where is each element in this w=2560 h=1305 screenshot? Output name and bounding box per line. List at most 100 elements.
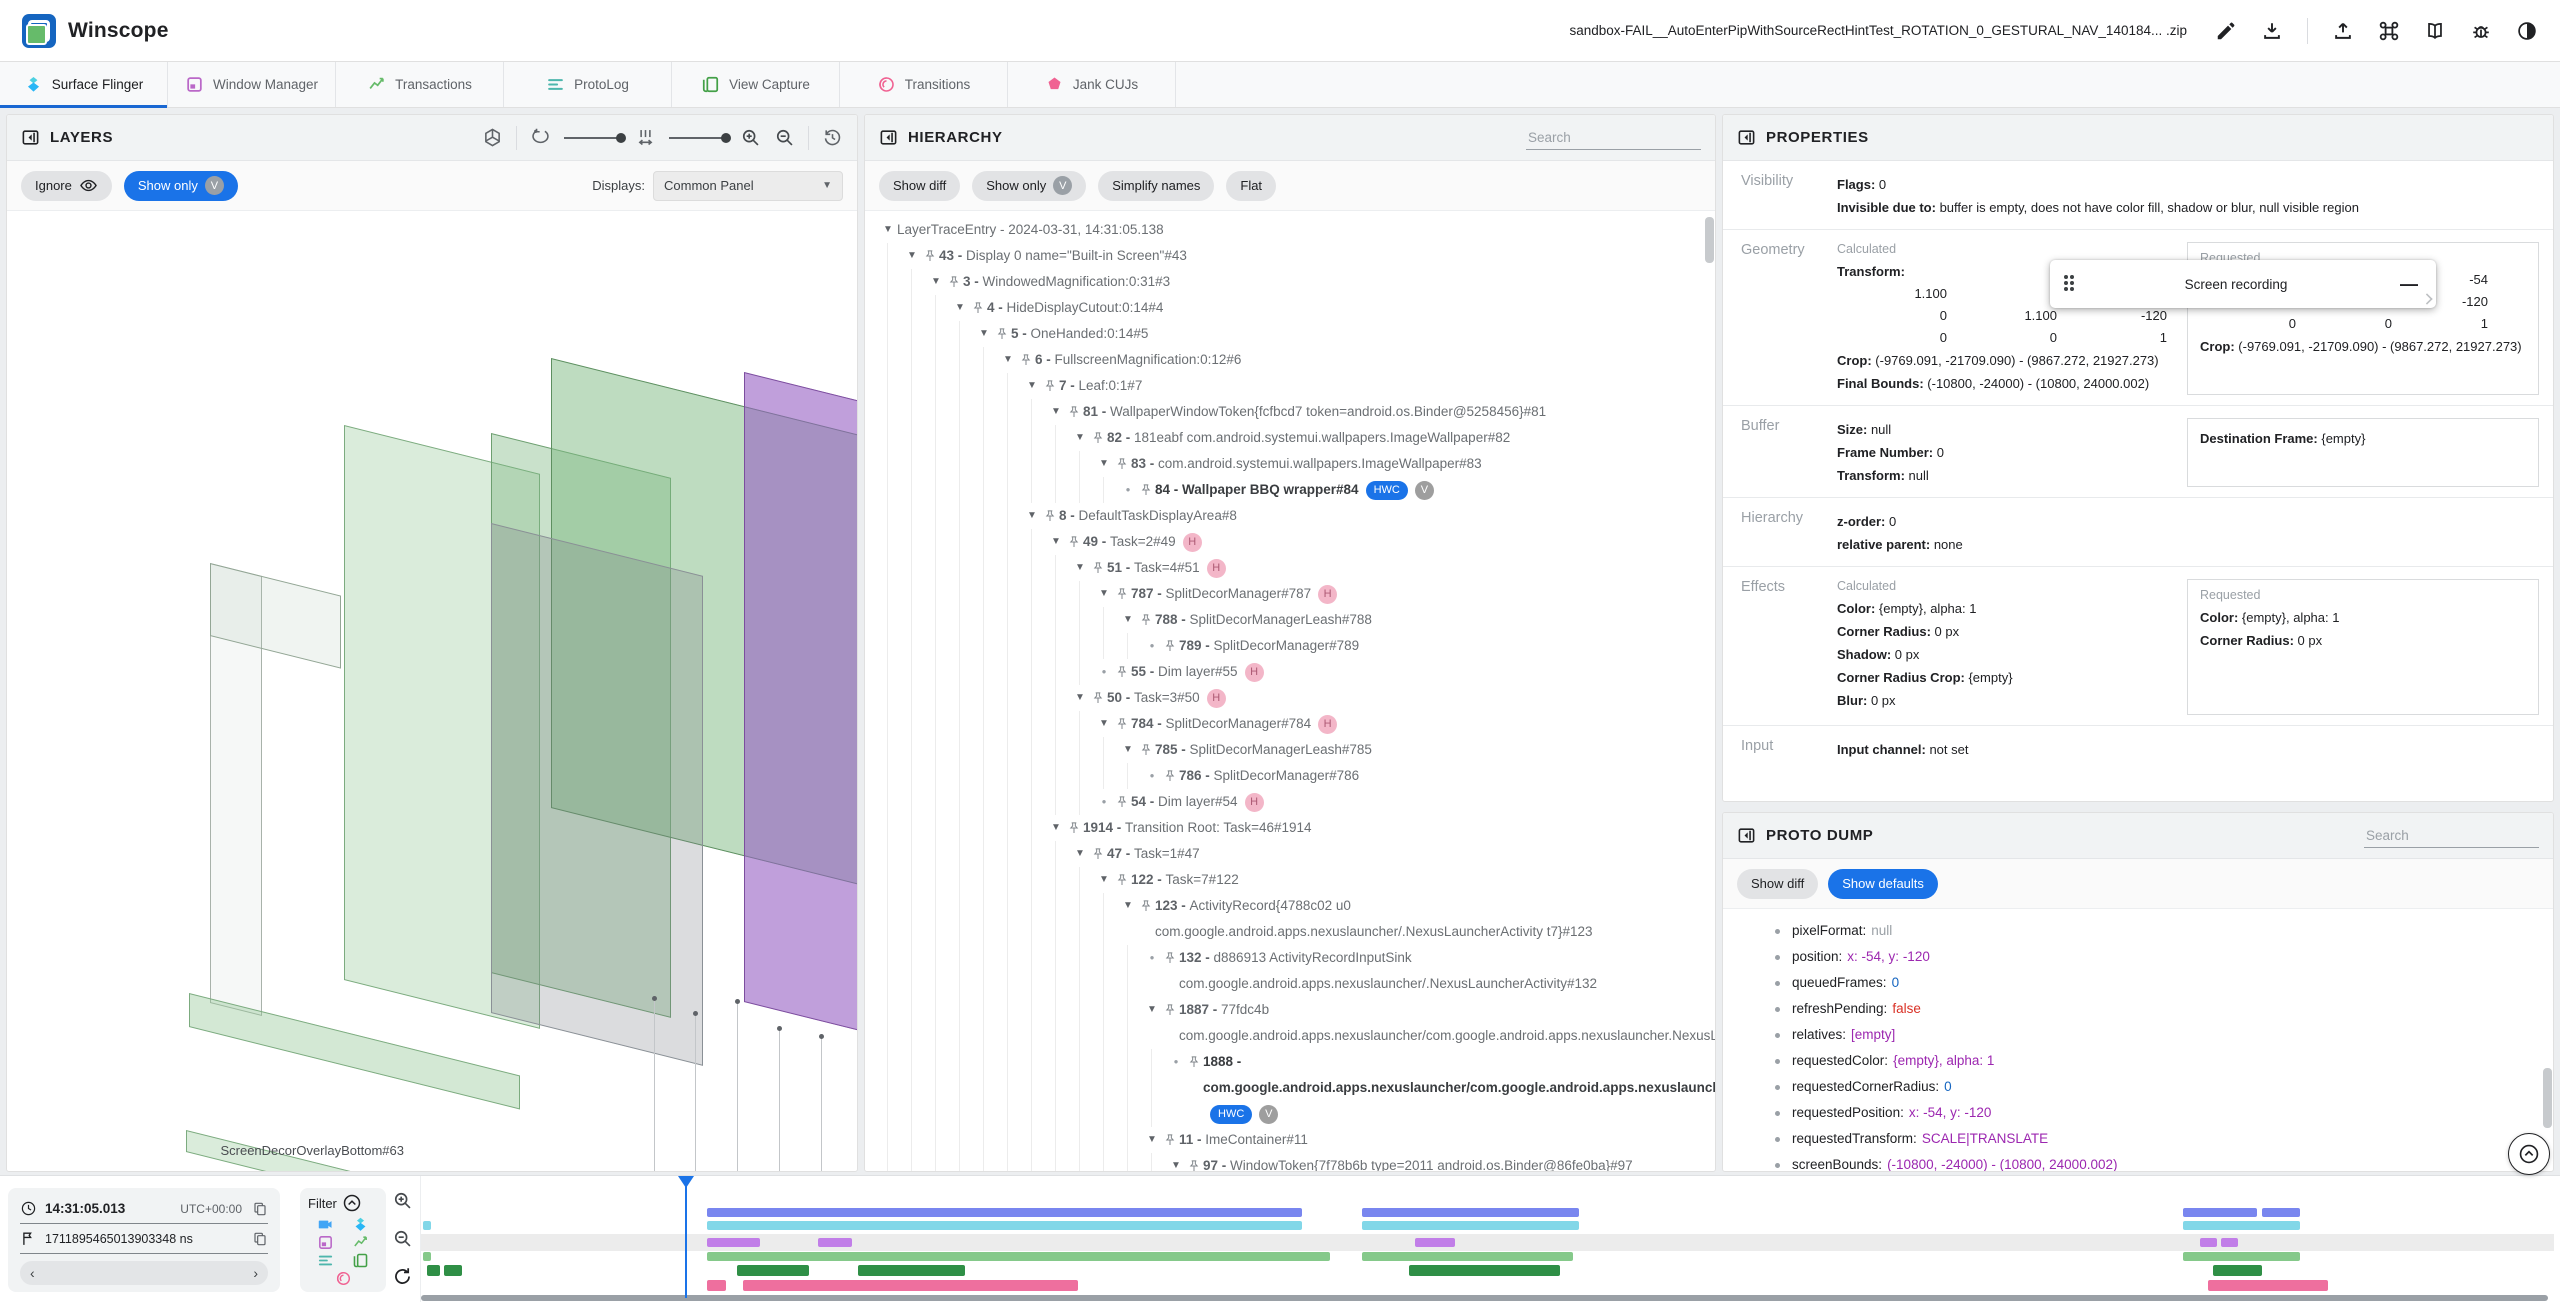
minimize-button[interactable]: — — [2396, 275, 2422, 293]
expand-arrow-icon[interactable]: ▼ — [1119, 737, 1137, 763]
upload-icon[interactable] — [2332, 20, 2354, 42]
timeline-zoom-out-icon[interactable] — [392, 1228, 413, 1249]
collapse-panel-icon[interactable] — [1737, 128, 1756, 147]
proto-row[interactable]: queuedFrames: 0 — [1775, 970, 2553, 996]
pin-icon[interactable] — [1041, 373, 1059, 399]
layers-3d-view[interactable]: ScreenDecorOverlayBottom#63ScreenDecorOv… — [7, 212, 857, 1171]
pin-icon[interactable] — [1185, 1153, 1203, 1171]
trace-segment-surface-flinger[interactable] — [2182, 1208, 2258, 1217]
pin-icon[interactable] — [1089, 685, 1107, 711]
trace-segment-protolog[interactable] — [706, 1252, 1330, 1261]
expand-arrow-icon[interactable]: ▼ — [1023, 373, 1041, 399]
tree-row[interactable]: ▼ 3 - WindowedMagnification:0:31#3 — [865, 269, 1715, 295]
ignore-button[interactable]: Ignore — [21, 170, 112, 201]
trace-segment-transitions[interactable] — [1408, 1265, 1561, 1276]
trace-segment-window-manager[interactable] — [1414, 1238, 1456, 1247]
expand-arrow-icon[interactable]: ▼ — [903, 243, 921, 269]
timeline-playhead[interactable] — [685, 1178, 688, 1298]
tree-row[interactable]: ▼ 81 - WallpaperWindowToken{fcfbcd7 token… — [865, 399, 1715, 425]
trace-segment-surface-flinger[interactable] — [2261, 1208, 2301, 1217]
tab-transitions[interactable]: Transitions — [840, 62, 1008, 107]
tree-row[interactable]: ▼ 1914 - Transition Root: Task=46#1914 — [865, 815, 1715, 841]
expand-arrow-icon[interactable]: ▼ — [927, 269, 945, 295]
proto-row[interactable]: pixelFormat: null — [1775, 918, 2553, 944]
trace-segment-transactions[interactable] — [706, 1221, 1302, 1230]
expand-arrow-icon[interactable]: ▼ — [1023, 503, 1041, 529]
trace-segment-window-manager[interactable] — [706, 1238, 761, 1247]
expand-arrow-icon[interactable]: ▼ — [999, 347, 1017, 373]
shortcuts-icon[interactable] — [2378, 20, 2400, 42]
tree-row[interactable]: ▼ 82 - 181eabf com.android.systemui.wallp… — [865, 425, 1715, 451]
trace-segment-transactions[interactable] — [423, 1221, 431, 1230]
tree-row[interactable]: ▼ 123 - ActivityRecord{4788c02 u0 com.goo… — [865, 893, 1715, 945]
proto-row[interactable]: position: x: -54, y: -120 — [1775, 944, 2553, 970]
pin-icon[interactable] — [1089, 425, 1107, 451]
pin-icon[interactable] — [1137, 607, 1155, 633]
timeline-zoom-in-icon[interactable] — [392, 1190, 413, 1211]
expand-arrow-icon[interactable]: ▼ — [1095, 581, 1113, 607]
pin-icon[interactable] — [1113, 451, 1131, 477]
expand-arrow-icon[interactable]: ▼ — [1143, 997, 1161, 1023]
tab-protolog[interactable]: ProtoLog — [504, 62, 672, 107]
pin-icon[interactable] — [1113, 789, 1131, 815]
hierarchy-show-only-button[interactable]: Show only V — [972, 170, 1087, 201]
pin-icon[interactable] — [1065, 815, 1083, 841]
tree-row[interactable]: ▼ 49 - Task=2#49 H — [865, 529, 1715, 555]
copy-ns-icon[interactable] — [252, 1231, 268, 1247]
copy-timestamp-icon[interactable] — [252, 1201, 268, 1217]
tree-row[interactable]: ▼ 785 - SplitDecorManagerLeash#785 — [865, 737, 1715, 763]
tree-row[interactable]: ● 789 - SplitDecorManager#789 — [865, 633, 1715, 659]
expand-arrow-icon[interactable]: ▼ — [1047, 815, 1065, 841]
trace-segment-protolog[interactable] — [423, 1252, 431, 1261]
tab-jank-cujs[interactable]: Jank CUJs — [1008, 62, 1176, 107]
tree-row[interactable]: ▼ 4 - HideDisplayCutout:0:14#4 — [865, 295, 1715, 321]
pin-icon[interactable] — [1113, 867, 1131, 893]
layer-spacing-icon[interactable] — [635, 127, 656, 148]
3d-view-icon[interactable] — [482, 127, 503, 148]
tree-row[interactable]: ▼ 43 - Display 0 name="Built-in Screen"#4… — [865, 243, 1715, 269]
trace-segment-transactions[interactable] — [1361, 1221, 1580, 1230]
expand-arrow-icon[interactable]: ▼ — [1095, 451, 1113, 477]
tab-surface-flinger[interactable]: Surface Flinger — [0, 62, 168, 108]
tree-row[interactable]: ▼ 1887 - 77fdc4b com.google.android.apps.… — [865, 997, 1715, 1049]
download-icon[interactable] — [2261, 20, 2283, 42]
expand-arrow-icon[interactable]: ▼ — [1071, 555, 1089, 581]
zoom-out-icon[interactable] — [774, 127, 795, 148]
pin-icon[interactable] — [1185, 1049, 1203, 1075]
layer-rect-3d[interactable] — [744, 372, 857, 1039]
pin-icon[interactable] — [1089, 555, 1107, 581]
hierarchy-simplify-names-button[interactable]: Simplify names — [1098, 170, 1215, 201]
tree-row[interactable]: ▼ 8 - DefaultTaskDisplayArea#8 — [865, 503, 1715, 529]
expand-arrow-icon[interactable]: ▼ — [1047, 399, 1065, 425]
pin-icon[interactable] — [1113, 711, 1131, 737]
resize-handle[interactable] — [2421, 293, 2433, 305]
documentation-icon[interactable] — [2424, 20, 2446, 42]
trace-segment-protolog[interactable] — [2182, 1252, 2301, 1261]
tab-window-manager[interactable]: Window Manager — [168, 62, 336, 107]
tree-row[interactable]: ● 1888 - com.google.android.apps.nexuslau… — [865, 1049, 1715, 1127]
tree-row[interactable]: ● 786 - SplitDecorManager#786 — [865, 763, 1715, 789]
trace-segment-window-manager[interactable] — [817, 1238, 852, 1247]
tree-row[interactable]: ▼ 122 - Task=7#122 — [865, 867, 1715, 893]
tree-row[interactable]: ▼ 787 - SplitDecorManager#787 H — [865, 581, 1715, 607]
rotation-icon[interactable] — [530, 127, 551, 148]
expand-arrow-icon[interactable]: ▼ — [1071, 841, 1089, 867]
proto-show-diff-button[interactable]: Show diff — [1737, 868, 1819, 899]
tree-row[interactable]: ▼ 50 - Task=3#50 H — [865, 685, 1715, 711]
collapse-timeline-button[interactable] — [2508, 1133, 2550, 1175]
proto-row[interactable]: requestedPosition: x: -54, y: -120 — [1775, 1100, 2553, 1126]
pin-icon[interactable] — [1161, 997, 1179, 1023]
tree-row[interactable]: ▼ 47 - Task=1#47 — [865, 841, 1715, 867]
hierarchy-scrollbar[interactable] — [1705, 217, 1714, 263]
expand-arrow-icon[interactable]: ▼ — [1047, 529, 1065, 555]
displays-select[interactable]: Common Panel ▼ — [653, 170, 843, 201]
spacing-slider[interactable] — [669, 132, 731, 143]
previous-entry-button[interactable]: ‹ — [30, 1265, 35, 1281]
timeline-scrollbar[interactable] — [421, 1295, 2548, 1301]
hierarchy-search-input[interactable] — [1526, 125, 1701, 150]
expand-arrow-icon[interactable]: ▼ — [951, 295, 969, 321]
tree-row[interactable]: ▼ 51 - Task=4#51 H — [865, 555, 1715, 581]
trace-segment-transitions[interactable] — [2212, 1265, 2262, 1276]
trace-segment-surface-flinger[interactable] — [1361, 1208, 1580, 1217]
trace-segment-transitions[interactable] — [444, 1265, 462, 1276]
